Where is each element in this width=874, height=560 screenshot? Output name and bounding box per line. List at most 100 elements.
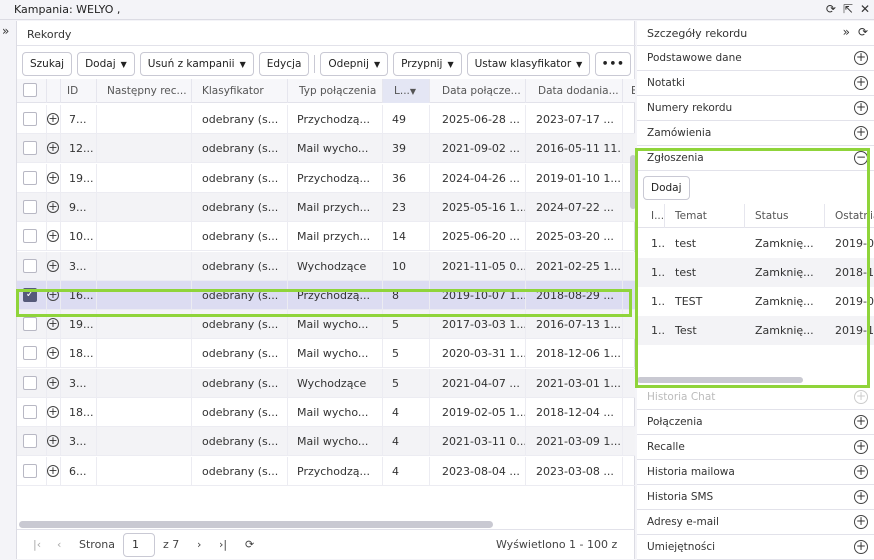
expand-section-icon[interactable]: + bbox=[854, 465, 868, 479]
table-row[interactable]: +12... odebrany (s... Mail wycho... 39 2021-… bbox=[17, 134, 635, 164]
expand-row-icon[interactable]: + bbox=[47, 171, 59, 184]
expand-section-icon[interactable]: + bbox=[854, 490, 868, 504]
external-link-icon[interactable]: ⇱ bbox=[843, 2, 853, 16]
expand-row-icon[interactable]: + bbox=[47, 259, 59, 272]
cell-select[interactable] bbox=[17, 222, 47, 252]
cell-expand[interactable]: + bbox=[47, 368, 61, 398]
section-orders[interactable]: Zamówienia + bbox=[637, 121, 874, 146]
ticket-row[interactable]: 1... test Zamknię... 2018-12 bbox=[637, 258, 874, 287]
header-e[interactable]: E bbox=[623, 79, 635, 103]
cell-select[interactable] bbox=[17, 310, 47, 340]
expand-row-icon[interactable]: + bbox=[47, 464, 59, 477]
cell-expand[interactable]: + bbox=[47, 134, 61, 164]
header-id[interactable]: ID bbox=[61, 79, 97, 103]
row-checkbox[interactable] bbox=[23, 229, 37, 244]
section-notes[interactable]: Notatki + bbox=[637, 71, 874, 96]
header-classifier[interactable]: Klasyfikator bbox=[192, 79, 288, 103]
cell-expand[interactable]: + bbox=[47, 427, 61, 457]
section-connections[interactable]: Połączenia + bbox=[637, 410, 874, 435]
last-page-icon[interactable]: ›| bbox=[219, 530, 227, 560]
cell-select[interactable]: ✓ bbox=[17, 280, 47, 310]
expand-section-icon[interactable]: + bbox=[854, 76, 868, 90]
row-checkbox[interactable] bbox=[23, 258, 37, 273]
cell-select[interactable] bbox=[17, 251, 47, 281]
collapse-right-icon[interactable]: » bbox=[843, 25, 850, 39]
remove-from-campaign-button[interactable]: Usuń z kampanii ▼ bbox=[139, 52, 254, 76]
close-icon[interactable]: ✕ bbox=[860, 2, 870, 16]
expand-row-icon[interactable]: + bbox=[47, 200, 59, 213]
cell-select[interactable] bbox=[17, 163, 47, 193]
edit-button[interactable]: Edycja bbox=[258, 52, 310, 76]
cell-expand[interactable]: + bbox=[47, 222, 61, 252]
add-ticket-button[interactable]: Dodaj bbox=[643, 176, 690, 200]
cell-expand[interactable]: + bbox=[47, 280, 61, 310]
section-recalls[interactable]: Recalle + bbox=[637, 435, 874, 460]
cell-expand[interactable]: + bbox=[47, 105, 61, 134]
cell-select[interactable] bbox=[17, 192, 47, 222]
cell-select[interactable] bbox=[17, 339, 47, 369]
section-basic-data[interactable]: Podstawowe dane + bbox=[637, 46, 874, 71]
expand-row-icon[interactable]: + bbox=[47, 318, 59, 331]
table-row[interactable]: +7... odebrany (s... Przychodzą... 49 2025-0… bbox=[17, 105, 635, 134]
header-connection-date[interactable]: Data połącze... bbox=[430, 79, 526, 103]
page-input[interactable]: 1 bbox=[123, 533, 155, 557]
row-checkbox[interactable] bbox=[23, 141, 37, 156]
ticket-row[interactable]: 1... test Zamknię... 2019-02 bbox=[637, 229, 874, 258]
expand-section-icon[interactable]: + bbox=[854, 540, 868, 554]
expand-row-icon[interactable]: + bbox=[47, 406, 59, 418]
expand-section-icon[interactable]: + bbox=[854, 515, 868, 529]
cell-select[interactable] bbox=[17, 427, 47, 457]
expand-row-icon[interactable]: + bbox=[47, 435, 59, 448]
cell-expand[interactable]: + bbox=[47, 398, 61, 427]
header-next-record[interactable]: Następny rec... bbox=[97, 79, 192, 103]
cell-expand[interactable]: + bbox=[47, 456, 61, 486]
section-sms-history[interactable]: Historia SMS + bbox=[637, 485, 874, 510]
set-classifier-button[interactable]: Ustaw klasyfikator ▼ bbox=[466, 52, 591, 76]
cell-expand[interactable]: + bbox=[47, 192, 61, 222]
row-checkbox[interactable] bbox=[23, 317, 37, 332]
vertical-scrollbar[interactable] bbox=[630, 155, 636, 209]
pin-button[interactable]: Przypnij ▼ bbox=[393, 52, 462, 76]
tickets-header-status[interactable]: Status bbox=[745, 204, 825, 228]
tickets-horizontal-scrollbar[interactable] bbox=[637, 377, 803, 383]
refresh-icon[interactable]: ⟳ bbox=[858, 25, 868, 39]
row-checkbox[interactable] bbox=[23, 170, 37, 185]
table-row[interactable]: +18... odebrany (s... Mail wycho... 5 2020-0… bbox=[17, 339, 635, 369]
row-checkbox[interactable] bbox=[23, 199, 37, 214]
row-checkbox[interactable] bbox=[23, 405, 37, 419]
row-checkbox[interactable]: ✓ bbox=[23, 287, 37, 302]
prev-page-icon[interactable]: ‹ bbox=[57, 530, 61, 560]
table-row[interactable]: +6... odebrany (s... Przychodzą... 4 2023-08… bbox=[17, 456, 635, 486]
expand-row-icon[interactable]: + bbox=[47, 376, 59, 389]
header-select-all[interactable] bbox=[17, 79, 47, 103]
cell-select[interactable] bbox=[17, 398, 47, 427]
row-checkbox[interactable] bbox=[23, 434, 37, 449]
row-checkbox[interactable] bbox=[23, 112, 37, 126]
expand-section-icon[interactable]: + bbox=[854, 390, 868, 404]
tickets-header-subject[interactable]: Temat bbox=[665, 204, 745, 228]
collapse-section-icon[interactable]: − bbox=[854, 151, 868, 165]
cell-select[interactable] bbox=[17, 368, 47, 398]
cell-expand[interactable]: + bbox=[47, 310, 61, 340]
expand-row-icon[interactable]: + bbox=[47, 142, 59, 155]
collapse-left-icon[interactable]: » bbox=[2, 24, 9, 38]
unpin-button[interactable]: Odepnij ▼ bbox=[320, 52, 389, 76]
section-chat-history[interactable]: Historia Chat + bbox=[637, 385, 874, 410]
section-mail-history[interactable]: Historia mailowa + bbox=[637, 460, 874, 485]
row-checkbox[interactable] bbox=[23, 346, 37, 361]
row-checkbox[interactable] bbox=[23, 463, 37, 478]
cell-select[interactable] bbox=[17, 105, 47, 134]
ticket-row[interactable]: 1... Test Zamknię... 2019-10 bbox=[637, 316, 874, 345]
expand-section-icon[interactable]: + bbox=[854, 415, 868, 429]
reload-icon[interactable]: ⟳ bbox=[245, 530, 254, 560]
horizontal-scrollbar[interactable] bbox=[19, 521, 493, 528]
cell-select[interactable] bbox=[17, 134, 47, 164]
row-checkbox[interactable] bbox=[23, 375, 37, 390]
cell-expand[interactable]: + bbox=[47, 163, 61, 193]
tickets-header-last[interactable]: Ostatnia bbox=[825, 204, 874, 228]
table-row[interactable]: +18... odebrany (s... Mail wycho... 4 2019-0… bbox=[17, 398, 635, 427]
header-added-date[interactable]: Data dodania... bbox=[526, 79, 623, 103]
expand-row-icon[interactable]: + bbox=[47, 288, 59, 301]
expand-section-icon[interactable]: + bbox=[854, 126, 868, 140]
table-row[interactable]: +10... odebrany (s... Mail przych... 14 2025… bbox=[17, 222, 635, 252]
